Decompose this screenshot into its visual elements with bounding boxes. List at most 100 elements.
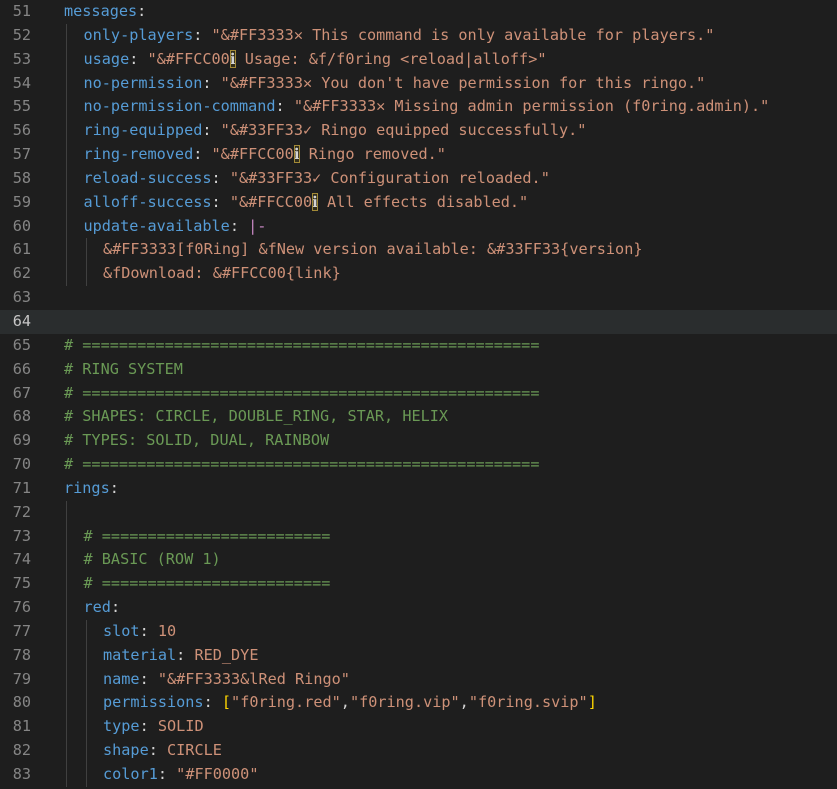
code-line[interactable]: 83 color1: "#FF0000" — [0, 763, 837, 787]
code-line[interactable]: 56 ring-equipped: "&#33FF33✓ Ringo equipp… — [0, 119, 837, 144]
code-line[interactable]: 58 reload-success: "&#33FF33✓ Configurati… — [0, 166, 837, 191]
indent-guide — [66, 238, 67, 263]
token-cmt: # ======================================… — [64, 335, 540, 354]
line-number: 58 — [12, 168, 31, 187]
line-number: 62 — [12, 264, 31, 283]
indent-guide — [66, 143, 67, 167]
code-line[interactable]: 78 material: RED_DYE — [0, 643, 837, 668]
code-line[interactable]: 76 red: — [0, 596, 837, 620]
line-code: &fDownload: &#FFCC00{link} — [103, 262, 341, 286]
code-line[interactable]: 75 # ========================= — [0, 572, 837, 597]
indent-guide — [66, 47, 67, 72]
indent-guide — [66, 190, 67, 215]
line-code: &#FF3333[f0Ring] &fNew version available… — [103, 238, 642, 262]
code-line[interactable]: 71 rings: — [0, 477, 837, 501]
token-key: material — [103, 645, 177, 664]
line-number: 81 — [12, 717, 31, 736]
token-key: no-permission — [83, 73, 203, 92]
token-cmt: # TYPES: SOLID, DUAL, RAINBOW — [64, 431, 330, 450]
code-line[interactable]: 66 # RING SYSTEM — [0, 358, 837, 382]
line-code: alloff-success: "&#FFCC00ℹ All effects d… — [84, 191, 528, 215]
token-str: "&#FFCC00 — [229, 192, 313, 211]
code-line[interactable]: 53 usage: "&#FFCC00ℹ Usage: &f/f0ring <re… — [0, 47, 837, 72]
indent-guide — [66, 71, 67, 96]
token-str: "&#33FF33✓ Ringo equipped successfully." — [220, 121, 587, 140]
indent-guide — [66, 95, 67, 120]
line-code: permissions: ["f0ring.red","f0ring.vip",… — [103, 691, 597, 715]
code-line[interactable]: 77 slot: 10 — [0, 619, 837, 644]
code-line[interactable]: 61 &#FF3333[f0Ring] &fNew version availab… — [0, 238, 837, 263]
code-line[interactable]: 73 # ========================= — [0, 524, 837, 549]
line-code: # ======================================… — [64, 453, 539, 477]
line-number: 56 — [12, 121, 31, 140]
indent-guide — [66, 548, 67, 573]
code-line[interactable]: 82 shape: CIRCLE — [0, 739, 837, 763]
line-number: 53 — [12, 49, 31, 68]
line-code: messages: — [64, 0, 146, 24]
code-line[interactable]: 70 # ====================================… — [0, 453, 837, 477]
code-editor[interactable]: 51 messages: 52 only-players: "&#FF3333✕ Th… — [0, 0, 837, 789]
line-code: update-available: |- — [84, 215, 267, 239]
code-line[interactable]: 68 # SHAPES: CIRCLE, DOUBLE_RING, STAR, H… — [0, 405, 837, 429]
code-line[interactable]: 74 # BASIC (ROW 1) — [0, 548, 837, 573]
line-code: reload-success: "&#33FF33✓ Configuration… — [84, 167, 550, 191]
code-line[interactable]: 52 only-players: "&#FF3333✕ This command … — [0, 23, 837, 48]
indent-guide — [85, 262, 87, 287]
token-key: update-available — [83, 216, 230, 235]
code-line[interactable]: 59 alloff-success: "&#FFCC00ℹ All effects… — [0, 190, 837, 215]
line-code: ring-equipped: "&#33FF33✓ Ringo equipped… — [84, 119, 587, 143]
line-number: 70 — [12, 455, 31, 474]
token-plain: : — [129, 49, 148, 68]
token-str: CIRCLE — [167, 741, 222, 760]
token-plain: : — [110, 598, 121, 617]
indent-guide — [66, 524, 67, 549]
line-code: red: — [84, 596, 121, 620]
code-line[interactable]: 54 no-permission: "&#FF3333✕ You don't ha… — [0, 71, 837, 96]
line-code: ring-removed: "&#FFCC00ℹ Ringo removed." — [84, 143, 446, 167]
code-line[interactable]: 72 — [0, 500, 837, 525]
indent-guide — [85, 619, 87, 644]
token-plain: : — [229, 216, 249, 235]
token-key: red — [83, 598, 111, 617]
token-plain: : — [275, 97, 294, 116]
indent-guide — [66, 643, 67, 668]
code-line[interactable]: 67 # ====================================… — [0, 382, 837, 406]
code-line[interactable]: 60 update-available: |- — [0, 214, 837, 239]
token-plain: : — [202, 121, 221, 140]
line-number: 64 — [12, 311, 31, 330]
code-line[interactable]: 63 — [0, 286, 837, 310]
code-line[interactable]: 62 &fDownload: &#FFCC00{link} — [0, 262, 837, 287]
token-plain: : — [109, 478, 119, 497]
code-line[interactable]: 57 ring-removed: "&#FFCC00ℹ Ringo removed… — [0, 143, 837, 167]
line-number: 57 — [12, 145, 31, 164]
line-code: slot: 10 — [103, 620, 176, 644]
line-number: 78 — [12, 645, 31, 664]
line-code: usage: "&#FFCC00ℹ Usage: &f/f0ring <relo… — [83, 48, 547, 72]
token-str: 10 — [157, 621, 177, 640]
token-plain: : — [139, 669, 158, 688]
token-str: Usage: &f/f0ring <reload|alloff>" — [235, 49, 547, 68]
token-plain: : — [211, 192, 230, 211]
line-number: 82 — [12, 741, 31, 760]
code-line[interactable]: 51 messages: — [0, 0, 837, 24]
line-code: # RING SYSTEM — [64, 358, 183, 382]
token-plain: : — [139, 621, 158, 640]
code-line[interactable]: 81 type: SOLID — [0, 715, 837, 740]
token-plain: , — [459, 693, 469, 712]
line-number: 74 — [12, 550, 31, 569]
line-number: 77 — [12, 621, 31, 640]
line-number: 75 — [12, 574, 31, 593]
token-bracket-gold: ] — [587, 693, 597, 712]
code-line[interactable]: 79 name: "&#FF3333&lRed Ringo" — [0, 667, 837, 692]
indent-guide — [85, 763, 87, 787]
indent-guide — [66, 667, 67, 692]
code-line[interactable]: 69 # TYPES: SOLID, DUAL, RAINBOW — [0, 429, 837, 453]
code-line[interactable]: 65 # ====================================… — [0, 334, 837, 358]
line-code: no-permission-command: "&#FF3333✕ Missin… — [84, 95, 770, 119]
code-line[interactable]: 64 — [0, 309, 837, 334]
code-line[interactable]: 55 no-permission-command: "&#FF3333✕ Miss… — [0, 95, 837, 120]
token-key: usage — [83, 49, 130, 68]
code-line[interactable]: 80 permissions: ["f0ring.red","f0ring.vip… — [0, 691, 837, 716]
token-plain: : — [139, 717, 158, 736]
line-code: color1: "#FF0000" — [103, 763, 258, 787]
